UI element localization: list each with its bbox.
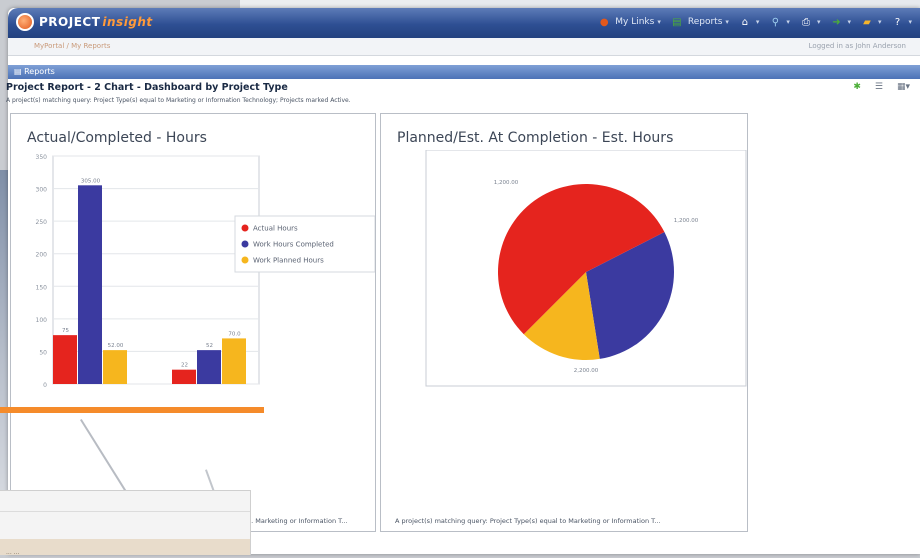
toolbar-item-document[interactable]: ▤ Reports ▾ [669, 14, 729, 30]
toolbar-label: Reports [687, 17, 723, 27]
toolbar-label: My Links [615, 17, 655, 27]
bar [222, 338, 246, 384]
legend-swatch [241, 256, 249, 264]
toolbar-item-globe[interactable]: ● My Links ▾ [596, 14, 661, 30]
options-icon[interactable]: ▦▾ [897, 82, 910, 92]
header-toolbar: ● My Links ▾ ▤ Reports ▾ ⌂ ▾ ⚲ ▾ ⎙ ▾ ➜ ▾ ▰ ▾? ▾ [596, 14, 912, 30]
y-tick-label: 350 [36, 154, 48, 161]
bar-data-label: 22 [181, 363, 188, 369]
search-icon: ⚲ [771, 16, 780, 28]
y-tick-label: 250 [36, 219, 48, 226]
toolbar-item-folder[interactable]: ▰ ▾ [859, 14, 882, 30]
chevron-down-icon: ▾ [847, 18, 851, 26]
chevron-down-icon: ▾ [877, 18, 882, 26]
toolbar-item-print[interactable]: ⎙ ▾ [798, 14, 821, 30]
help-icon: ? [894, 16, 901, 28]
bar-chart-footnote: ... Marketing or Information T... [247, 517, 348, 525]
breadcrumb[interactable]: MyPortal / My Reports [34, 42, 110, 50]
chevron-down-icon: ▾ [755, 18, 760, 26]
bar-data-label: 70.0 [228, 331, 241, 337]
bar-data-label: 52.00 [108, 343, 124, 349]
logo-text: PROJECT insight [39, 15, 153, 29]
chevron-down-icon: ▾ [816, 18, 821, 26]
export-icon[interactable]: ☰ [875, 82, 883, 92]
pie-data-label: 2,200.00 [574, 368, 599, 374]
arrow-icon: ➜ [832, 16, 841, 28]
pie-data-label: 1,200.00 [494, 180, 519, 186]
y-tick-label: 50 [39, 349, 47, 356]
toolbar-item-arrow[interactable]: ➜ ▾ [828, 14, 851, 30]
globe-icon: ● [599, 16, 609, 28]
home-icon: ⌂ [741, 16, 749, 28]
section-bar: ▤ Reports [8, 65, 920, 79]
pie-chart-footnote: A project(s) matching query: Project Typ… [395, 517, 661, 525]
background-window-row: ... ... [0, 539, 250, 556]
orange-divider [0, 407, 264, 413]
section-label: Reports [24, 67, 55, 76]
bar-data-label: 75 [62, 328, 69, 334]
chevron-down-icon: ▾ [908, 18, 912, 26]
bar-chart: 0 50 100 150 200 250 300 350 75 305.00 52.00 22 52 70… [36, 154, 375, 389]
bar-chart-panel: Actual/Completed - Hours 0 50 100 150 200 250… [10, 113, 376, 532]
bar [78, 185, 102, 384]
document-icon: ▤ [672, 16, 682, 28]
reports-icon: ▤ [14, 67, 25, 76]
toolbar-item-search[interactable]: ⚲ ▾ [767, 14, 790, 30]
legend: Actual Hours Work Hours Completed Work Pla… [234, 215, 375, 273]
bar [172, 369, 196, 384]
y-tick-label: 0 [43, 382, 47, 389]
background-window-row [0, 491, 250, 512]
report-actions: ✱ ☰ ▦▾ [853, 82, 910, 92]
subheader: MyPortal / My Reports Logged in as John … [8, 38, 920, 56]
legend-label: Actual Hours [253, 225, 298, 233]
legend-swatch [241, 224, 249, 232]
y-tick-label: 100 [36, 317, 48, 324]
bar [53, 335, 77, 384]
chevron-down-icon: ▾ [725, 18, 729, 26]
logo-text-main: PROJECT [39, 15, 101, 29]
spacer [8, 56, 920, 65]
logo-icon [16, 13, 34, 31]
toolbar-item-help[interactable]: ? ▾ [889, 14, 912, 30]
chevron-down-icon: ▾ [657, 18, 661, 26]
chevron-down-icon: ▾ [786, 18, 790, 26]
bar-data-label: 305.00 [81, 178, 101, 184]
report-title: Project Report - 2 Chart - Dashboard by … [6, 82, 288, 93]
y-tick-label: 200 [36, 252, 48, 259]
logo-text-accent: insight [102, 15, 153, 29]
pie-chart-panel: Planned/Est. At Completion - Est. Hours … [380, 113, 748, 532]
legend-label: Work Planned Hours [253, 257, 324, 265]
logo[interactable]: PROJECT insight [16, 13, 153, 31]
legend-label: Work Hours Completed [253, 241, 334, 249]
background-window-text: ... ... [6, 549, 20, 556]
app-header: PROJECT insight ● My Links ▾ ▤ Reports ▾ ⌂ ▾ ⚲ ▾ ⎙ ▾… [8, 8, 920, 38]
pie-chart-title: Planned/Est. At Completion - Est. Hours [397, 130, 674, 146]
toolbar-item-home[interactable]: ⌂ ▾ [737, 14, 760, 30]
legend-swatch [241, 240, 249, 248]
bar [103, 350, 127, 384]
print-icon: ⎙ [801, 16, 810, 28]
background-window-strip-right [430, 0, 920, 8]
y-tick-label: 300 [36, 187, 48, 194]
login-status: Logged in as John Anderson [808, 42, 906, 50]
bar-chart-title: Actual/Completed - Hours [27, 130, 207, 146]
y-tick-label: 150 [36, 284, 48, 291]
favorite-icon[interactable]: ✱ [853, 82, 861, 92]
pie-chart: 1,200.00 1,200.00 2,200.00 [425, 150, 747, 387]
bar-data-label: 52 [206, 343, 213, 349]
background-window: ... ... [0, 490, 251, 556]
bar [197, 350, 221, 384]
pie-data-label: 1,200.00 [674, 218, 699, 224]
report-subtitle: A project(s) matching query: Project Typ… [6, 97, 351, 104]
folder-icon: ▰ [863, 16, 871, 28]
